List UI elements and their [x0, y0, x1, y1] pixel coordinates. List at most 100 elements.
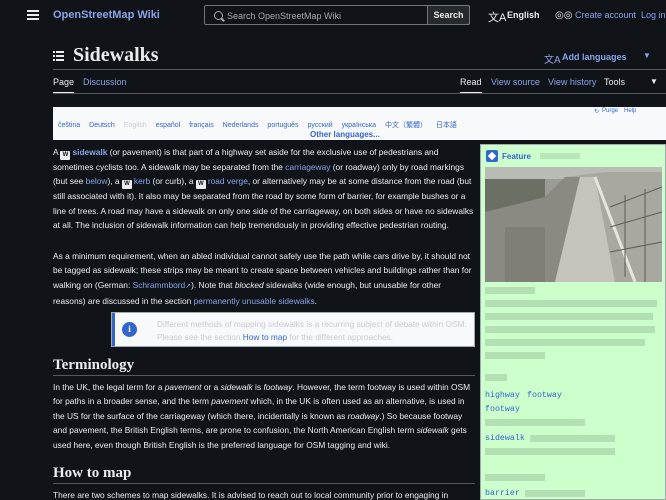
language-link[interactable]: Nederlands: [223, 122, 259, 129]
intro-paragraph-2: As a minimum requirement, when an abled …: [53, 249, 475, 309]
search-icon: [214, 11, 223, 20]
tag-barrier-link[interactable]: barrier: [485, 489, 520, 498]
sidewalk-link[interactable]: sidewalk: [72, 147, 107, 157]
search-input[interactable]: [227, 8, 427, 23]
text-italic: sidewalk: [220, 382, 253, 392]
faint-text: [485, 287, 535, 294]
wikipedia-icon: W: [121, 180, 132, 190]
faint-text: [485, 313, 653, 320]
feature-link[interactable]: Feature: [502, 152, 531, 161]
tag-highway-link[interactable]: highway: [485, 391, 520, 400]
text: .: [314, 296, 317, 307]
info-icon: i: [122, 322, 137, 337]
feature-icon: [486, 150, 498, 162]
text: ), a: [107, 176, 122, 187]
tab-view-source[interactable]: View source: [491, 77, 540, 87]
chevron-down-icon[interactable]: ▼: [643, 51, 651, 60]
text-italic: blocked: [234, 279, 264, 290]
section-heading-terminology: Terminology: [53, 357, 135, 373]
chevron-down-icon[interactable]: ▼: [650, 77, 658, 86]
tag-sidewalk-link[interactable]: sidewalk: [485, 434, 525, 443]
add-languages-button[interactable]: Add languages: [562, 52, 627, 62]
site-title-link[interactable]: OpenStreetMap Wiki: [53, 9, 160, 21]
faint-text: [485, 352, 545, 359]
purge-link[interactable]: Purge: [602, 108, 618, 114]
section-heading-how-to-map: How to map: [53, 465, 132, 481]
language-link[interactable]: 日本語: [436, 122, 457, 129]
main-menu-icon[interactable]: [27, 10, 39, 20]
faint-text: [530, 435, 615, 442]
language-list: čeština Deutsch English español français…: [58, 120, 464, 130]
how-to-map-link[interactable]: How to map: [243, 332, 287, 342]
divider: [53, 93, 666, 94]
text: for the different approaches.: [287, 332, 394, 342]
text-italic: sidewalk: [416, 425, 449, 436]
kerb-link[interactable]: kerb: [134, 176, 150, 186]
help-link[interactable]: Help: [624, 108, 636, 114]
terminology-paragraph: In the UK, the legal term for a pavement…: [53, 380, 475, 452]
tab-read[interactable]: Read: [460, 77, 482, 87]
other-languages-link[interactable]: Other languages...: [310, 130, 380, 139]
language-link[interactable]: français: [189, 122, 214, 129]
language-current: English: [123, 122, 147, 129]
schrammbord-link[interactable]: Schrammbord: [133, 280, 186, 290]
tools-menu[interactable]: Tools: [604, 77, 625, 87]
refresh-icon[interactable]: ↻: [594, 108, 599, 115]
faint-text: [525, 490, 585, 497]
text: is: [252, 382, 264, 392]
text: A: [53, 147, 61, 157]
search-button[interactable]: Search: [427, 5, 470, 25]
faint-text: [485, 300, 657, 307]
sidewalk-photo[interactable]: [485, 167, 662, 282]
wikipedia-icon: W: [195, 180, 206, 190]
text: or a: [201, 382, 221, 392]
faint-text: [485, 326, 655, 333]
tag-footway-value-link[interactable]: footway: [527, 391, 562, 400]
site-header: OpenStreetMap Wiki Search 文A English ◎◎ …: [0, 0, 666, 32]
language-link[interactable]: українська: [342, 122, 376, 129]
faint-text: [540, 153, 580, 159]
divider: [53, 375, 475, 376]
table-of-contents-icon[interactable]: [53, 50, 64, 61]
language-link[interactable]: español: [156, 122, 181, 129]
appearance-icon[interactable]: ◎◎: [555, 10, 572, 21]
text-italic: pavement: [211, 396, 249, 407]
page-title: Sidewalks: [73, 44, 159, 66]
search-box: Search: [204, 5, 470, 25]
below-link[interactable]: below: [86, 176, 108, 186]
faint-text: [485, 419, 585, 426]
text-italic: pavement: [164, 382, 202, 392]
notice-box: i Different methods of mapping sidewalks…: [111, 312, 475, 347]
language-link[interactable]: čeština: [58, 122, 80, 129]
tab-view-history[interactable]: View history: [548, 77, 596, 87]
text: In the UK, the legal term for a: [53, 382, 165, 392]
tab-discussion[interactable]: Discussion: [83, 77, 127, 87]
language-link[interactable]: 中文（繁體）: [385, 122, 427, 129]
language-link[interactable]: português: [267, 122, 298, 129]
faint-text: [485, 448, 615, 455]
divider: [53, 69, 666, 70]
text-italic: footway: [263, 382, 293, 392]
carriageway-link[interactable]: carriageway: [285, 162, 330, 172]
create-account-link[interactable]: Create account: [575, 10, 636, 20]
text: ). Note that: [191, 279, 235, 290]
text: (or curb), a: [150, 176, 196, 187]
notice-accent: [112, 313, 115, 346]
language-icon[interactable]: 文A: [488, 9, 506, 25]
tag-footway-link[interactable]: footway: [485, 405, 520, 414]
faint-text: [485, 339, 645, 346]
language-selector[interactable]: English: [507, 10, 540, 20]
login-link[interactable]: Log in: [641, 10, 666, 20]
language-link[interactable]: русский: [308, 122, 333, 129]
tab-page[interactable]: Page: [53, 77, 74, 87]
how-to-map-paragraph: There are two schemes to map sidewalks. …: [53, 490, 449, 500]
faint-text: [485, 474, 545, 481]
road-verge-link[interactable]: road verge: [208, 176, 248, 186]
language-link[interactable]: Deutsch: [89, 122, 115, 129]
divider: [53, 483, 475, 484]
notice-text: Different methods of mapping sidewalks i…: [157, 318, 467, 344]
unusable-sidewalks-link[interactable]: permanently unusable sidewalks: [194, 296, 315, 306]
wikipedia-icon: W: [60, 151, 71, 160]
add-languages-icon[interactable]: 文A: [544, 51, 561, 66]
faint-text: [485, 374, 507, 381]
